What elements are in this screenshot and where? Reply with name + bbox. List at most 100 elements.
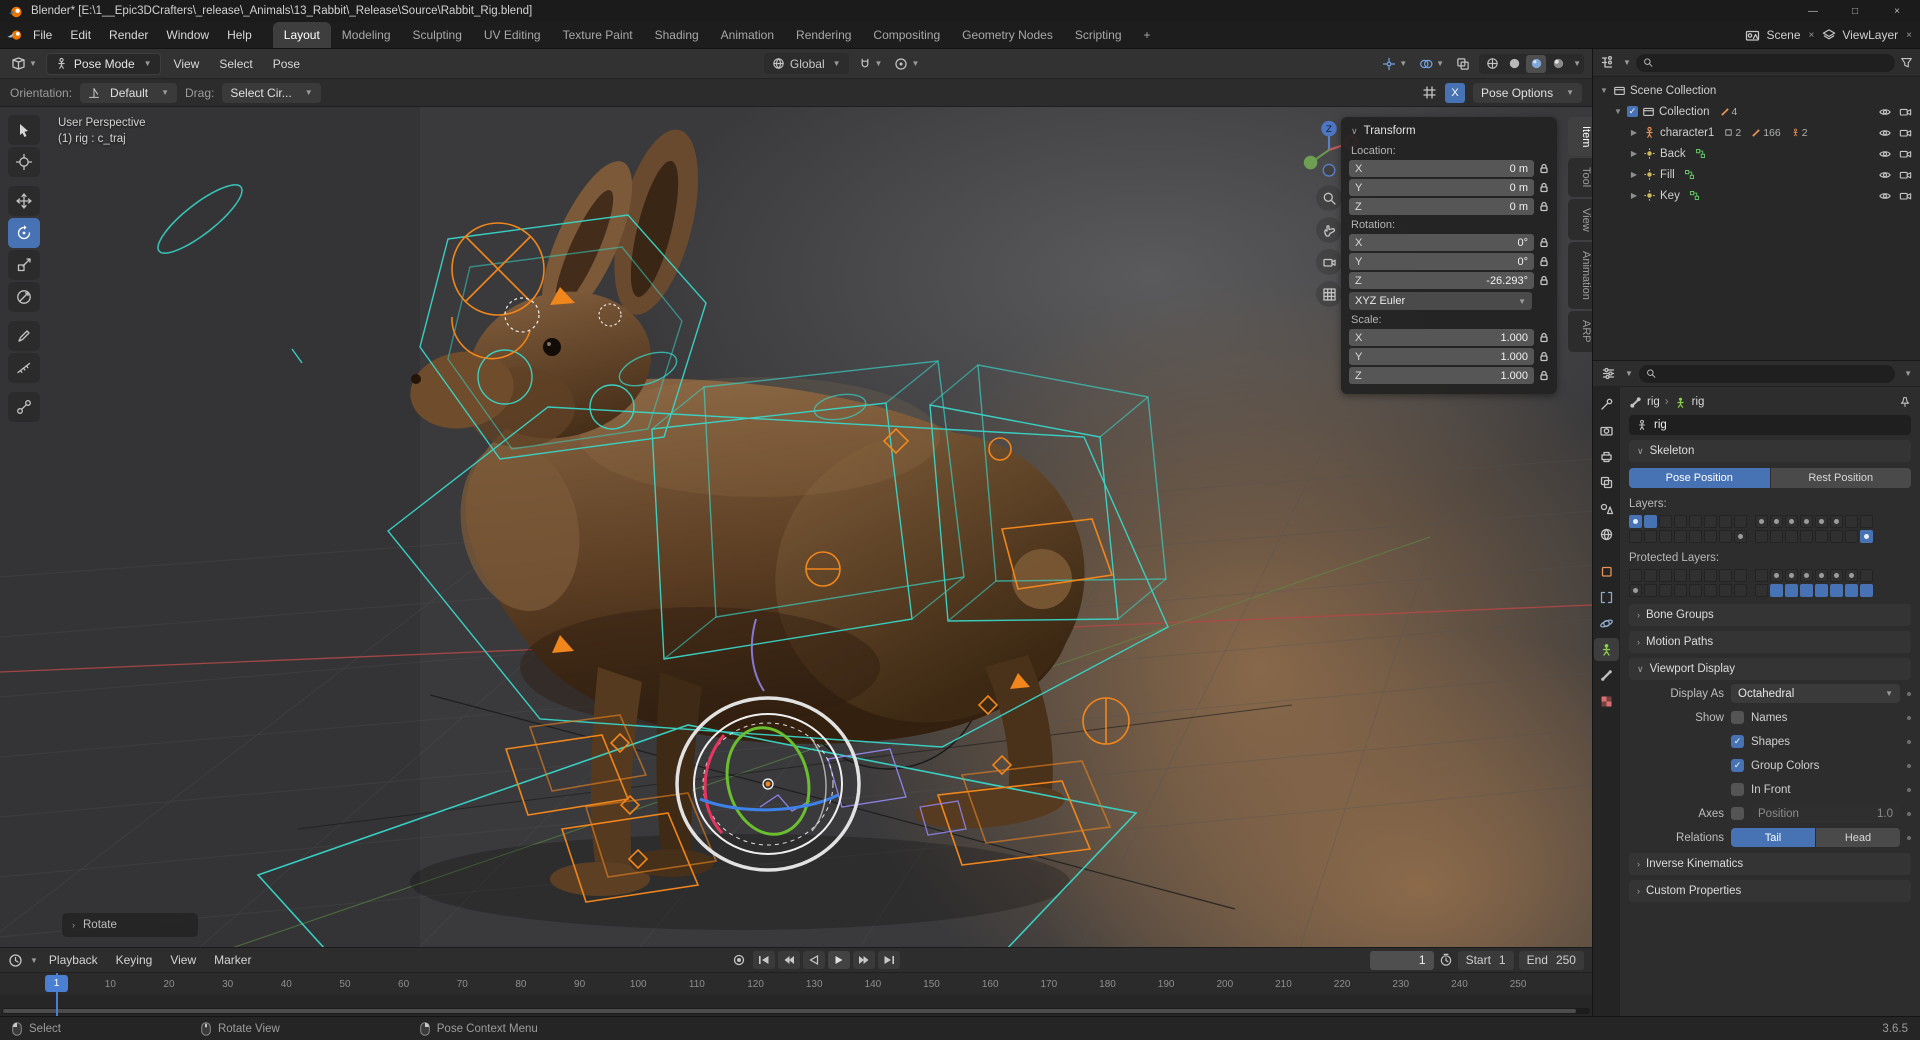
layer-cell[interactable] <box>1770 584 1783 597</box>
shapes-checkbox[interactable]: ✓ <box>1731 735 1744 748</box>
group-colors-checkbox[interactable]: ✓ <box>1731 759 1744 772</box>
layer-cell[interactable] <box>1785 584 1798 597</box>
workspace-tab-scripting[interactable]: Scripting <box>1064 22 1133 48</box>
outliner-search-input[interactable] <box>1658 56 1888 69</box>
timeline-view-menu[interactable]: View <box>163 950 203 970</box>
layer-cell[interactable] <box>1755 515 1768 528</box>
pose-menu[interactable]: Pose <box>266 54 307 74</box>
workspace-tab-animation[interactable]: Animation <box>710 22 785 48</box>
workspace-tab-texture-paint[interactable]: Texture Paint <box>552 22 644 48</box>
transform-panel-header[interactable]: ∨ Transform <box>1341 121 1557 141</box>
xray-toggle-button[interactable] <box>1453 55 1473 73</box>
outliner-search[interactable] <box>1635 53 1895 72</box>
breadcrumb-object[interactable]: rig <box>1647 396 1660 408</box>
tab-bone[interactable] <box>1594 664 1619 687</box>
layer-cell[interactable] <box>1689 584 1702 597</box>
n-tab-animation[interactable]: Animation <box>1568 242 1592 310</box>
layer-cell[interactable] <box>1644 584 1657 597</box>
timeline-ruler[interactable]: 10 20 30 40 50 60 70 80 90 100 110 120 130 140 150 160 1… <box>0 973 1592 995</box>
cursor-tool-button[interactable] <box>8 147 40 177</box>
zoom-button[interactable] <box>1316 185 1342 211</box>
menu-file[interactable]: File <box>24 24 61 46</box>
layer-cell[interactable] <box>1644 569 1657 582</box>
n-tab-arp[interactable]: ARP <box>1568 311 1592 352</box>
head-button[interactable]: Head <box>1816 828 1900 847</box>
scale-tool-button[interactable] <box>8 250 40 280</box>
drag-setting-select[interactable]: Select Cir... ▼ <box>222 82 321 103</box>
workspace-tab-rendering[interactable]: Rendering <box>785 22 862 48</box>
shading-solid-button[interactable] <box>1504 55 1524 73</box>
pin-icon[interactable] <box>1899 396 1911 408</box>
outliner-row-fill[interactable]: ▶ Fill <box>1593 164 1920 185</box>
properties-editor-icon[interactable] <box>1601 366 1616 381</box>
custom-properties-panel-header[interactable]: › Custom Properties <box>1629 880 1911 902</box>
layer-cell[interactable] <box>1734 530 1747 543</box>
pose-options-dropdown[interactable]: Pose Options ▼ <box>1473 82 1582 103</box>
layer-cell[interactable] <box>1815 515 1828 528</box>
layer-cell[interactable] <box>1845 515 1858 528</box>
play-button[interactable] <box>828 951 851 969</box>
blender-menu-icon[interactable] <box>6 28 24 42</box>
tab-view-layer[interactable] <box>1594 471 1619 494</box>
n-tab-item[interactable]: Item <box>1568 117 1592 157</box>
show-overlays-button[interactable]: ▼ <box>1416 55 1447 73</box>
current-frame-field[interactable]: 1 <box>1369 950 1434 970</box>
tab-texture[interactable] <box>1594 690 1619 713</box>
auto-key-button[interactable] <box>728 951 750 969</box>
add-workspace-button[interactable]: + <box>1133 22 1162 48</box>
layer-cell[interactable] <box>1800 569 1813 582</box>
view-menu[interactable]: View <box>167 54 207 74</box>
location-y-field[interactable]: Y 0 m <box>1349 179 1534 196</box>
layer-cell[interactable] <box>1644 530 1657 543</box>
outliner-row-collection[interactable]: ▼ ✓ Collection 4 <box>1593 101 1920 122</box>
tab-world[interactable] <box>1594 523 1619 546</box>
tab-scene[interactable] <box>1594 497 1619 520</box>
timeline-track[interactable] <box>0 995 1592 1016</box>
layer-cell[interactable] <box>1830 569 1843 582</box>
n-tab-tool[interactable]: Tool <box>1568 158 1592 197</box>
lock-icon[interactable] <box>1539 182 1549 193</box>
3d-viewport[interactable]: User Perspective (1) rig : c_traj Z ∨ Tr… <box>0 107 1592 947</box>
next-keyframe-button[interactable] <box>853 951 876 969</box>
maximize-button[interactable]: □ <box>1834 0 1876 22</box>
layer-cell[interactable] <box>1830 515 1843 528</box>
layer-cell[interactable] <box>1689 515 1702 528</box>
shading-wireframe-button[interactable] <box>1482 55 1502 73</box>
prev-keyframe-button[interactable] <box>778 951 801 969</box>
layer-cell[interactable] <box>1785 530 1798 543</box>
layer-cell[interactable] <box>1830 584 1843 597</box>
filter-icon[interactable] <box>1900 56 1913 69</box>
layer-cell[interactable] <box>1674 569 1687 582</box>
names-checkbox[interactable] <box>1731 711 1744 724</box>
axes-checkbox[interactable] <box>1731 807 1744 820</box>
layer-cell[interactable] <box>1734 584 1747 597</box>
hide-viewport-icon[interactable] <box>1878 148 1892 160</box>
workspace-tab-compositing[interactable]: Compositing <box>862 22 951 48</box>
rotation-z-field[interactable]: Z -26.293° <box>1349 272 1534 289</box>
layer-cell[interactable] <box>1719 515 1732 528</box>
keying-menu[interactable]: Keying <box>109 950 160 970</box>
pose-position-button[interactable]: Pose Position <box>1629 468 1770 488</box>
disable-render-icon[interactable] <box>1899 190 1912 202</box>
breakdowner-tool-button[interactable] <box>8 392 40 422</box>
workspace-tab-modeling[interactable]: Modeling <box>331 22 402 48</box>
outliner-row-character1[interactable]: ▶ character1 2 166 2 <box>1593 122 1920 143</box>
layer-cell[interactable] <box>1629 584 1642 597</box>
select-menu[interactable]: Select <box>212 54 259 74</box>
tab-tool[interactable] <box>1594 393 1619 416</box>
camera-view-button[interactable] <box>1316 249 1342 275</box>
axes-position-slider[interactable]: Position 1.0 <box>1751 804 1900 823</box>
preview-range-icon[interactable] <box>1439 953 1453 967</box>
animate-decorator[interactable] <box>1907 739 1911 744</box>
workspace-tab-geometry-nodes[interactable]: Geometry Nodes <box>951 22 1064 48</box>
layer-cell[interactable] <box>1755 569 1768 582</box>
timeline-body[interactable]: 10 20 30 40 50 60 70 80 90 100 110 120 130 140 150 160 1… <box>0 973 1592 1016</box>
disclosure-icon[interactable]: ▶ <box>1629 128 1639 137</box>
layer-cell[interactable] <box>1800 584 1813 597</box>
tweak-tool-button[interactable] <box>8 115 40 145</box>
editor-type-button[interactable]: ▼ <box>8 54 40 73</box>
lock-icon[interactable] <box>1539 237 1549 248</box>
layer-cell[interactable] <box>1734 515 1747 528</box>
layer-cell[interactable] <box>1860 584 1873 597</box>
lock-icon[interactable] <box>1539 275 1549 286</box>
